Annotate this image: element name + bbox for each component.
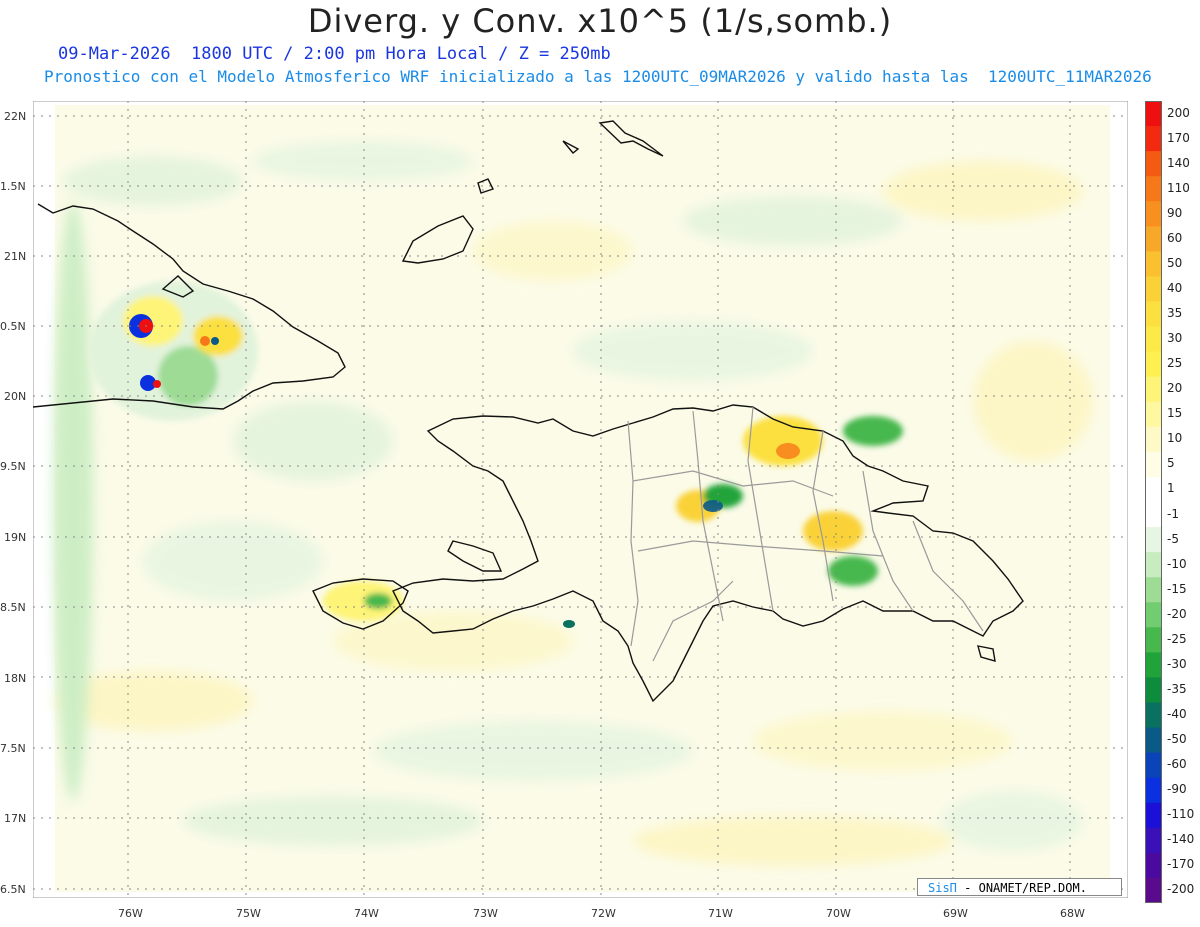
- colorbar-label: -60: [1167, 757, 1187, 772]
- lat-label: 6.5N: [0, 883, 26, 896]
- colorbar-label: -90: [1167, 782, 1187, 797]
- lat-label: 1.5N: [0, 180, 26, 193]
- colorbar-label: -50: [1167, 732, 1187, 747]
- colorbar-swatch: [1145, 827, 1162, 854]
- colorbar-label: -110: [1167, 807, 1195, 822]
- colorbar-label: -35: [1167, 681, 1187, 696]
- colorbar-swatch: [1145, 376, 1162, 403]
- lon-label: 73W: [473, 907, 498, 920]
- colorbar-label: -200: [1167, 882, 1195, 897]
- colorbar-swatch: [1145, 151, 1162, 177]
- lon-label: 71W: [708, 907, 733, 920]
- colorbar-label: 140: [1167, 155, 1190, 170]
- colorbar-swatch: [1145, 276, 1162, 302]
- colorbar-swatch: [1145, 852, 1162, 879]
- colorbar-swatch: [1145, 126, 1162, 152]
- colorbar-label: -40: [1167, 707, 1187, 722]
- colorbar-label: 35: [1167, 306, 1183, 321]
- lat-label: 17N: [4, 812, 27, 825]
- lat-label: 18N: [4, 672, 27, 685]
- lon-label: 70W: [826, 907, 851, 920]
- colorbar-label: -20: [1167, 606, 1187, 621]
- lat-label: 7.5N: [0, 742, 26, 755]
- colorbar-label: -170: [1167, 857, 1195, 872]
- chart-title: Diverg. y Conv. x10^5 (1/s,somb.): [307, 2, 893, 40]
- colorbar-swatch: [1145, 527, 1162, 553]
- lat-label: 20N: [4, 390, 27, 403]
- lat-label: 9.5N: [0, 460, 26, 473]
- colorbar-swatch: [1145, 677, 1162, 703]
- lon-label: 68W: [1060, 907, 1085, 920]
- colorbar-label: 90: [1167, 205, 1183, 220]
- lat-label: 0.5N: [0, 320, 26, 333]
- colorbar-swatch: [1145, 577, 1162, 603]
- model-info-line: Pronostico con el Modelo Atmosferico WRF…: [44, 67, 1152, 86]
- lat-label: 8.5N: [0, 601, 26, 614]
- colorbar-swatch: [1145, 176, 1162, 202]
- colorbar-swatch: [1145, 451, 1162, 478]
- colorbar-swatch: [1145, 301, 1162, 328]
- credit-text: - ONAMET/REP.DOM.: [964, 881, 1087, 895]
- colorbar-label: 15: [1167, 406, 1183, 421]
- lat-label: 22N: [4, 110, 27, 123]
- colorbar-swatch: [1145, 426, 1162, 453]
- colorbar-swatch: [1145, 326, 1162, 353]
- divergence-map: [33, 101, 1128, 898]
- colorbar: [1145, 101, 1162, 903]
- colorbar-label: -15: [1167, 581, 1187, 596]
- colorbar-label: -5: [1167, 531, 1179, 546]
- sispi-logo: SisΠ: [928, 881, 957, 895]
- colorbar-label: 1: [1167, 481, 1175, 496]
- colorbar-swatch: [1145, 351, 1162, 378]
- lon-label: 74W: [354, 907, 379, 920]
- colorbar-label: -140: [1167, 832, 1195, 847]
- colorbar-swatch: [1145, 652, 1162, 678]
- colorbar-label: -25: [1167, 631, 1187, 646]
- lat-label: 21N: [4, 250, 27, 263]
- colorbar-label: -30: [1167, 656, 1187, 671]
- colorbar-swatch: [1145, 702, 1162, 729]
- credit-box: SisΠ - ONAMET/REP.DOM.: [917, 878, 1122, 896]
- colorbar-label: 60: [1167, 230, 1183, 245]
- colorbar-swatch: [1145, 752, 1162, 779]
- lon-label: 69W: [943, 907, 968, 920]
- colorbar-swatch: [1145, 877, 1162, 903]
- colorbar-label: 50: [1167, 255, 1183, 270]
- colorbar-label: 20: [1167, 381, 1183, 396]
- colorbar-swatch: [1145, 727, 1162, 754]
- colorbar-label: 30: [1167, 331, 1183, 346]
- colorbar-label: 10: [1167, 431, 1183, 446]
- forecast-time-line: 09-Mar-2026 1800 UTC / 2:00 pm Hora Loca…: [58, 44, 611, 64]
- lon-label: 76W: [118, 907, 143, 920]
- colorbar-label: -1: [1167, 506, 1179, 521]
- colorbar-swatch: [1145, 201, 1162, 227]
- colorbar-label: 170: [1167, 130, 1190, 145]
- colorbar-swatch: [1145, 401, 1162, 428]
- colorbar-swatch: [1145, 226, 1162, 252]
- colorbar-swatch: [1145, 777, 1162, 804]
- colorbar-label: 40: [1167, 280, 1183, 295]
- lat-label: 19N: [4, 531, 27, 544]
- colorbar-label: 5: [1167, 456, 1175, 471]
- colorbar-label: 25: [1167, 356, 1183, 371]
- colorbar-label: 200: [1167, 105, 1190, 120]
- colorbar-label: 110: [1167, 180, 1190, 195]
- colorbar-swatch: [1145, 476, 1162, 503]
- colorbar-swatch: [1145, 602, 1162, 628]
- lon-label: 72W: [591, 907, 616, 920]
- colorbar-swatch: [1145, 552, 1162, 578]
- colorbar-swatch: [1145, 101, 1162, 127]
- colorbar-swatch: [1145, 251, 1162, 277]
- lon-label: 75W: [236, 907, 261, 920]
- colorbar-swatch: [1145, 502, 1162, 528]
- colorbar-swatch: [1145, 802, 1162, 829]
- colorbar-label: -10: [1167, 556, 1187, 571]
- colorbar-swatch: [1145, 627, 1162, 653]
